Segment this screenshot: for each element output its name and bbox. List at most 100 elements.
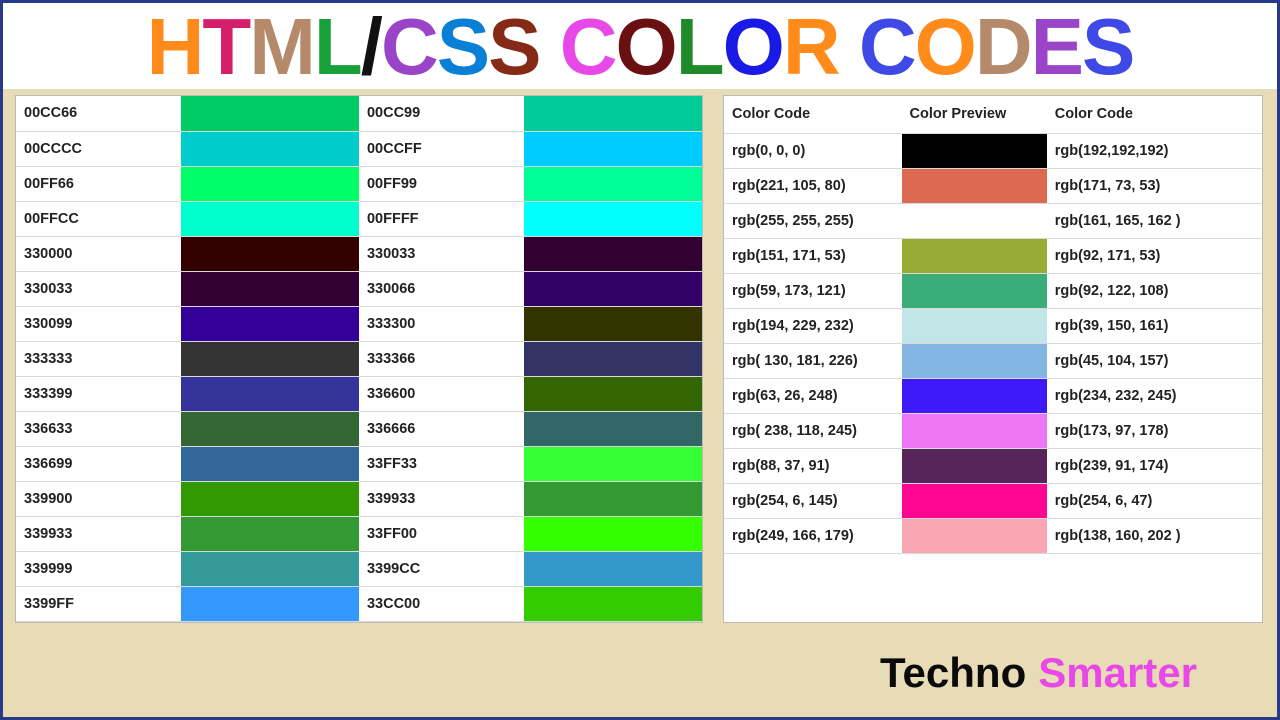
rgb-code: rgb(59, 173, 121)	[724, 273, 902, 308]
rgb-row: rgb(254, 6, 145) rgb(254, 6, 47)	[724, 483, 1262, 518]
hex-code: 336666	[359, 411, 524, 446]
hex-row: 00FF66 00FF99	[16, 166, 702, 201]
hex-row: 330000 330033	[16, 236, 702, 271]
rgb-swatch	[902, 273, 1047, 308]
hex-row: 33669933FF33	[16, 446, 702, 481]
hex-swatch	[181, 341, 359, 376]
hex-row: 336633 336666	[16, 411, 702, 446]
hex-code: 33CC00	[359, 586, 524, 621]
title-letter: O	[616, 7, 676, 87]
rgb-code: rgb(254, 6, 145)	[724, 483, 902, 518]
hex-swatch	[181, 481, 359, 516]
title-letter	[540, 7, 560, 87]
hex-code: 336699	[16, 446, 181, 481]
hex-swatch	[524, 376, 702, 411]
rgb-header-code2: Color Code	[1047, 96, 1262, 133]
hex-code: 336633	[16, 411, 181, 446]
title-letter: C	[859, 7, 915, 87]
hex-swatch	[524, 586, 702, 621]
hex-code: 00CCFF	[359, 131, 524, 166]
title-letter: S	[437, 7, 488, 87]
rgb-color-table: Color Code Color Preview Color Code rgb(…	[724, 96, 1262, 554]
hex-swatch	[181, 131, 359, 166]
rgb-swatch	[902, 448, 1047, 483]
title-letter: /	[361, 7, 381, 87]
hex-code: 330099	[16, 306, 181, 341]
footer-word-b: Smarter	[1038, 649, 1197, 697]
rgb-row: rgb(151, 171, 53) rgb(92, 171, 53)	[724, 238, 1262, 273]
title-letter: S	[1082, 7, 1133, 87]
rgb-header-preview: Color Preview	[902, 96, 1047, 133]
rgb-swatch	[902, 413, 1047, 448]
rgb-swatch	[902, 483, 1047, 518]
rgb-swatch	[902, 518, 1047, 553]
hex-row: 339900339933	[16, 481, 702, 516]
hex-swatch	[524, 341, 702, 376]
rgb-header-row: Color Code Color Preview Color Code	[724, 96, 1262, 133]
rgb-code-secondary: rgb(234, 232, 245)	[1047, 378, 1262, 413]
hex-swatch	[181, 586, 359, 621]
rgb-code: rgb(221, 105, 80)	[724, 168, 902, 203]
hex-color-panel: 00CC66 00CC9900CCCC00CCFF00FF66 00FF9900FF…	[15, 95, 703, 623]
rgb-code: rgb(151, 171, 53)	[724, 238, 902, 273]
rgb-swatch	[902, 308, 1047, 343]
rgb-code-secondary: rgb(39, 150, 161)	[1047, 308, 1262, 343]
title-letter	[839, 7, 859, 87]
title-letter: T	[202, 7, 249, 87]
hex-code: 00CC99	[359, 96, 524, 131]
rgb-code: rgb( 238, 118, 245)	[724, 413, 902, 448]
rgb-swatch	[902, 238, 1047, 273]
hex-code: 00FF66	[16, 166, 181, 201]
hex-swatch	[181, 96, 359, 131]
hex-swatch	[524, 166, 702, 201]
rgb-row: rgb(0, 0, 0) rgb(192,192,192)	[724, 133, 1262, 168]
hex-code: 00CC66	[16, 96, 181, 131]
hex-swatch	[524, 236, 702, 271]
hex-code: 333300	[359, 306, 524, 341]
hex-row: 330033330066	[16, 271, 702, 306]
rgb-code: rgb(0, 0, 0)	[724, 133, 902, 168]
hex-swatch	[181, 411, 359, 446]
hex-table-body: 00CC66 00CC9900CCCC00CCFF00FF66 00FF9900FF…	[16, 96, 702, 621]
hex-code: 00FFFF	[359, 201, 524, 236]
title-letter: C	[560, 7, 616, 87]
hex-code: 00FF99	[359, 166, 524, 201]
title-letter: R	[783, 7, 839, 87]
hex-swatch	[524, 201, 702, 236]
rgb-swatch	[902, 203, 1047, 238]
rgb-row: rgb(194, 229, 232)rgb(39, 150, 161)	[724, 308, 1262, 343]
hex-row: 33993333FF00	[16, 516, 702, 551]
title-letter: L	[676, 7, 723, 87]
brand-footer: Techno Smarter	[880, 649, 1197, 697]
hex-row: 00CCCC00CCFF	[16, 131, 702, 166]
rgb-row: rgb(59, 173, 121) rgb(92, 122, 108)	[724, 273, 1262, 308]
hex-swatch	[524, 96, 702, 131]
rgb-code-secondary: rgb(161, 165, 162 )	[1047, 203, 1262, 238]
rgb-header-code: Color Code	[724, 96, 902, 133]
title-letter: M	[249, 7, 314, 87]
rgb-code-secondary: rgb(92, 122, 108)	[1047, 273, 1262, 308]
hex-swatch	[524, 551, 702, 586]
hex-code: 3399CC	[359, 551, 524, 586]
hex-code: 333333	[16, 341, 181, 376]
rgb-swatch	[902, 378, 1047, 413]
rgb-code-secondary: rgb(239, 91, 174)	[1047, 448, 1262, 483]
rgb-row: rgb( 238, 118, 245) rgb(173, 97, 178)	[724, 413, 1262, 448]
hex-code: 330000	[16, 236, 181, 271]
hex-code: 339933	[359, 481, 524, 516]
hex-code: 336600	[359, 376, 524, 411]
hex-swatch	[524, 271, 702, 306]
hex-swatch	[524, 306, 702, 341]
rgb-code-secondary: rgb(192,192,192)	[1047, 133, 1262, 168]
rgb-code-secondary: rgb(92, 171, 53)	[1047, 238, 1262, 273]
rgb-code-secondary: rgb(254, 6, 47)	[1047, 483, 1262, 518]
title-letter: O	[723, 7, 783, 87]
hex-code: 330033	[16, 271, 181, 306]
hex-code: 330033	[359, 236, 524, 271]
hex-swatch	[181, 236, 359, 271]
rgb-swatch	[902, 133, 1047, 168]
rgb-code-secondary: rgb(173, 97, 178)	[1047, 413, 1262, 448]
title-letter: D	[975, 7, 1031, 87]
rgb-code-secondary: rgb(171, 73, 53)	[1047, 168, 1262, 203]
hex-swatch	[181, 166, 359, 201]
